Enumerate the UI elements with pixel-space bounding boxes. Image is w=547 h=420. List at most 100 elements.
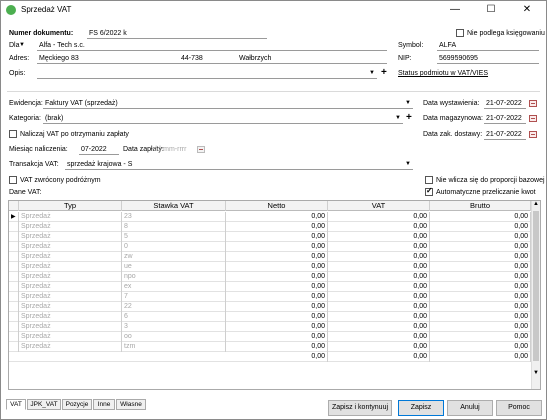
save-continue-button[interactable]: Zapisz i kontynuuj bbox=[328, 400, 392, 416]
dla-dropdown-icon[interactable]: ▼ bbox=[19, 42, 25, 48]
kategoria-select[interactable]: (brak) bbox=[45, 115, 63, 122]
kategoria-dropdown-icon[interactable]: ▼ bbox=[395, 115, 401, 121]
cell-stawka[interactable]: 22 bbox=[122, 302, 226, 312]
delivery-date-field[interactable]: 21-07-2022 bbox=[486, 131, 522, 138]
tab-vat[interactable]: VAT bbox=[6, 399, 26, 410]
cell-typ[interactable]: Sprzedaż bbox=[19, 232, 122, 242]
table-row[interactable]: Sprzedaż npo 0,00 0,00 0,00 bbox=[9, 272, 531, 282]
grid-header-brutto[interactable]: Brutto bbox=[430, 201, 531, 211]
payment-date-calendar-icon[interactable] bbox=[197, 146, 205, 153]
cell-stawka[interactable]: ex bbox=[122, 282, 226, 292]
symbol-field[interactable]: ALFA bbox=[439, 42, 456, 49]
cell-vat[interactable]: 0,00 bbox=[328, 342, 430, 352]
close-button[interactable]: ✕ bbox=[509, 1, 545, 19]
cell-stawka[interactable]: 5 bbox=[122, 232, 226, 242]
cell-netto[interactable]: 0,00 bbox=[226, 302, 328, 312]
cell-typ[interactable]: Sprzedaż bbox=[19, 302, 122, 312]
vat-transaction-dropdown-icon[interactable]: ▼ bbox=[405, 161, 411, 167]
cell-netto[interactable]: 0,00 bbox=[226, 272, 328, 282]
cell-stawka[interactable]: oo bbox=[122, 332, 226, 342]
grid-header-netto[interactable]: Netto bbox=[226, 201, 328, 211]
cell-brutto[interactable]: 0,00 bbox=[430, 262, 531, 272]
cell-typ[interactable]: Sprzedaż bbox=[19, 292, 122, 302]
vat-refund-checkbox[interactable] bbox=[9, 176, 17, 184]
cell-brutto[interactable]: 0,00 bbox=[430, 222, 531, 232]
cell-vat[interactable]: 0,00 bbox=[328, 222, 430, 232]
cell-stawka[interactable]: ue bbox=[122, 262, 226, 272]
cell-brutto[interactable]: 0,00 bbox=[430, 302, 531, 312]
table-row[interactable]: Sprzedaż 8 0,00 0,00 0,00 bbox=[9, 222, 531, 232]
cell-vat[interactable]: 0,00 bbox=[328, 212, 430, 222]
cell-vat[interactable]: 0,00 bbox=[328, 252, 430, 262]
kategoria-add-icon[interactable]: + bbox=[406, 113, 412, 123]
table-row[interactable]: ▶ Sprzedaż 23 0,00 0,00 0,00 bbox=[9, 212, 531, 222]
cell-typ[interactable]: Sprzedaż bbox=[19, 222, 122, 232]
cell-vat[interactable]: 0,00 bbox=[328, 272, 430, 282]
cell-netto[interactable]: 0,00 bbox=[226, 252, 328, 262]
opis-dropdown-icon[interactable]: ▼ bbox=[369, 70, 375, 76]
house-number-field[interactable]: 83 bbox=[71, 55, 79, 62]
cell-brutto[interactable]: 0,00 bbox=[430, 312, 531, 322]
cell-stawka[interactable]: 23 bbox=[122, 212, 226, 222]
cell-netto[interactable]: 0,00 bbox=[226, 322, 328, 332]
cell-typ[interactable]: Sprzedaż bbox=[19, 282, 122, 292]
table-row[interactable]: Sprzedaż ex 0,00 0,00 0,00 bbox=[9, 282, 531, 292]
payment-date-field[interactable]: dd-mm-rrrr bbox=[153, 146, 186, 153]
cell-typ[interactable]: Sprzedaż bbox=[19, 262, 122, 272]
nip-field[interactable]: 5699590695 bbox=[439, 55, 478, 62]
cell-stawka[interactable]: 6 bbox=[122, 312, 226, 322]
scroll-down-icon[interactable]: ▼ bbox=[533, 370, 539, 376]
exclude-proportion-checkbox[interactable] bbox=[425, 176, 433, 184]
cell-vat[interactable]: 0,00 bbox=[328, 282, 430, 292]
ewidencja-dropdown-icon[interactable]: ▼ bbox=[405, 100, 411, 106]
grid-scrollbar[interactable]: ▲ ▼ bbox=[531, 201, 540, 389]
client-name-field[interactable]: Alfa - Tech s.c. bbox=[39, 42, 85, 49]
cell-netto[interactable]: 0,00 bbox=[226, 232, 328, 242]
cell-brutto[interactable]: 0,00 bbox=[430, 252, 531, 262]
cell-netto[interactable]: 0,00 bbox=[226, 342, 328, 352]
tab-wlasne[interactable]: Własne bbox=[116, 399, 146, 410]
accrual-month-field[interactable]: 07-2022 bbox=[81, 146, 107, 153]
cell-stawka[interactable]: npo bbox=[122, 272, 226, 282]
cell-typ[interactable]: Sprzedaż bbox=[19, 212, 122, 222]
postal-code-field[interactable]: 44-738 bbox=[181, 55, 203, 62]
cell-stawka[interactable]: 8 bbox=[122, 222, 226, 232]
cell-typ[interactable]: Sprzedaż bbox=[19, 272, 122, 282]
auto-recalc-checkbox[interactable] bbox=[425, 186, 433, 196]
cell-typ[interactable]: Sprzedaż bbox=[19, 342, 122, 352]
ewidencja-select[interactable]: Faktury VAT (sprzedaż) bbox=[45, 100, 118, 107]
cell-netto[interactable]: 0,00 bbox=[226, 332, 328, 342]
cell-typ[interactable]: Sprzedaż bbox=[19, 332, 122, 342]
help-button[interactable]: Pomoc bbox=[496, 400, 542, 416]
city-field[interactable]: Wałbrzych bbox=[239, 55, 271, 62]
cell-netto[interactable]: 0,00 bbox=[226, 312, 328, 322]
cell-vat[interactable]: 0,00 bbox=[328, 322, 430, 332]
cell-netto[interactable]: 0,00 bbox=[226, 212, 328, 222]
cell-brutto[interactable]: 0,00 bbox=[430, 332, 531, 342]
cell-stawka[interactable]: 7 bbox=[122, 292, 226, 302]
cell-vat[interactable]: 0,00 bbox=[328, 262, 430, 272]
table-row[interactable]: Sprzedaż 7 0,00 0,00 0,00 bbox=[9, 292, 531, 302]
scroll-up-icon[interactable]: ▲ bbox=[533, 201, 539, 207]
scroll-thumb[interactable] bbox=[533, 211, 539, 361]
cell-vat[interactable]: 0,00 bbox=[328, 292, 430, 302]
cell-typ[interactable]: Sprzedaż bbox=[19, 252, 122, 262]
grid-header-typ[interactable]: Typ bbox=[19, 201, 122, 211]
cell-brutto[interactable]: 0,00 bbox=[430, 282, 531, 292]
cell-netto[interactable]: 0,00 bbox=[226, 242, 328, 252]
cell-vat[interactable]: 0,00 bbox=[328, 242, 430, 252]
cell-brutto[interactable]: 0,00 bbox=[430, 342, 531, 352]
grid-header-stawka[interactable]: Stawka VAT bbox=[122, 201, 226, 211]
table-row[interactable]: Sprzedaż ue 0,00 0,00 0,00 bbox=[9, 262, 531, 272]
cell-netto[interactable]: 0,00 bbox=[226, 222, 328, 232]
cell-typ[interactable]: Sprzedaż bbox=[19, 322, 122, 332]
cell-netto[interactable]: 0,00 bbox=[226, 262, 328, 272]
cell-typ[interactable]: Sprzedaż bbox=[19, 242, 122, 252]
warehouse-date-field[interactable]: 21-07-2022 bbox=[486, 115, 522, 122]
table-row[interactable]: Sprzedaż oo 0,00 0,00 0,00 bbox=[9, 332, 531, 342]
table-row[interactable]: Sprzedaż 0 0,00 0,00 0,00 bbox=[9, 242, 531, 252]
delivery-date-calendar-icon[interactable] bbox=[529, 131, 537, 138]
cell-vat[interactable]: 0,00 bbox=[328, 312, 430, 322]
cell-vat[interactable]: 0,00 bbox=[328, 302, 430, 312]
nalicz-vat-checkbox[interactable] bbox=[9, 130, 17, 138]
